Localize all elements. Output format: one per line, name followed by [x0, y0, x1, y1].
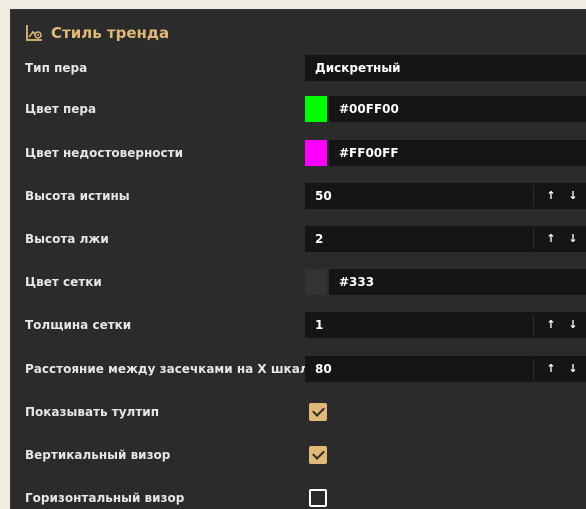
invalid-color-field: #FF00FF	[305, 140, 586, 166]
vertical-viewer-label: Вертикальный визор	[25, 448, 171, 462]
tick-spacing-input[interactable]: 80 ↑ ↓	[305, 356, 586, 382]
row-vertical-viewer: Вертикальный визор	[11, 442, 586, 468]
decrement-icon[interactable]: ↓	[562, 312, 584, 338]
decrement-icon[interactable]: ↓	[562, 226, 584, 252]
row-true-height: Высота истины 50 ↑ ↓	[11, 183, 586, 209]
tick-spacing-label: Расстояние между засечками на X шкале	[25, 362, 317, 376]
row-pen-color: Цвет пера #00FF00	[11, 96, 586, 122]
grid-thickness-input[interactable]: 1 ↑ ↓	[305, 312, 586, 338]
row-false-height: Высота лжи 2 ↑ ↓	[11, 226, 586, 252]
false-height-input[interactable]: 2 ↑ ↓	[305, 226, 586, 252]
invalid-color-swatch[interactable]	[305, 140, 327, 166]
row-pen-type: Тип пера Дискретный	[11, 55, 586, 81]
pen-type-select[interactable]: Дискретный	[305, 55, 586, 81]
pen-color-field: #00FF00	[305, 96, 586, 122]
stepper-divider	[533, 229, 534, 249]
row-tick-spacing: Расстояние между засечками на X шкале 80…	[11, 356, 586, 382]
true-height-value: 50	[315, 189, 332, 203]
false-height-label: Высота лжи	[25, 232, 109, 246]
increment-icon[interactable]: ↑	[540, 312, 562, 338]
false-height-value: 2	[315, 232, 324, 246]
chart-settings-icon	[25, 24, 43, 42]
pen-type-label: Тип пера	[25, 61, 88, 75]
tick-spacing-value: 80	[315, 362, 332, 376]
row-show-tooltip: Показывать тултип	[11, 399, 586, 425]
row-grid-thickness: Толщина сетки 1 ↑ ↓	[11, 312, 586, 338]
invalid-color-label: Цвет недостоверности	[25, 146, 184, 160]
pen-color-input[interactable]: #00FF00	[329, 96, 586, 122]
row-invalid-color: Цвет недостоверности #FF00FF	[11, 140, 586, 166]
trend-style-panel: Стиль тренда Тип пера Дискретный Цвет пе…	[10, 9, 586, 509]
stepper-divider	[533, 359, 534, 379]
grid-color-field: #333	[305, 269, 586, 295]
row-horizontal-viewer: Горизонтальный визор	[11, 485, 586, 509]
row-grid-color: Цвет сетки #333	[11, 269, 586, 295]
decrement-icon[interactable]: ↓	[562, 356, 584, 382]
pen-color-swatch[interactable]	[305, 96, 327, 122]
increment-icon[interactable]: ↑	[540, 226, 562, 252]
stepper-divider	[533, 186, 534, 206]
stepper-divider	[533, 315, 534, 335]
true-height-input[interactable]: 50 ↑ ↓	[305, 183, 586, 209]
true-height-label: Высота истины	[25, 189, 130, 203]
increment-icon[interactable]: ↑	[540, 183, 562, 209]
grid-thickness-value: 1	[315, 318, 324, 332]
grid-thickness-label: Толщина сетки	[25, 318, 132, 332]
decrement-icon[interactable]: ↓	[562, 183, 584, 209]
panel-title: Стиль тренда	[51, 24, 170, 42]
invalid-color-input[interactable]: #FF00FF	[329, 140, 586, 166]
show-tooltip-label: Показывать тултип	[25, 405, 159, 419]
grid-color-input[interactable]: #333	[329, 269, 586, 295]
pen-color-label: Цвет пера	[25, 102, 97, 116]
vertical-viewer-checkbox[interactable]	[309, 446, 327, 464]
horizontal-viewer-label: Горизонтальный визор	[25, 491, 185, 505]
increment-icon[interactable]: ↑	[540, 356, 562, 382]
horizontal-viewer-checkbox[interactable]	[309, 489, 327, 507]
show-tooltip-checkbox[interactable]	[309, 403, 327, 421]
grid-color-label: Цвет сетки	[25, 275, 102, 289]
grid-color-swatch[interactable]	[305, 269, 327, 295]
panel-header: Стиль тренда	[25, 21, 169, 45]
